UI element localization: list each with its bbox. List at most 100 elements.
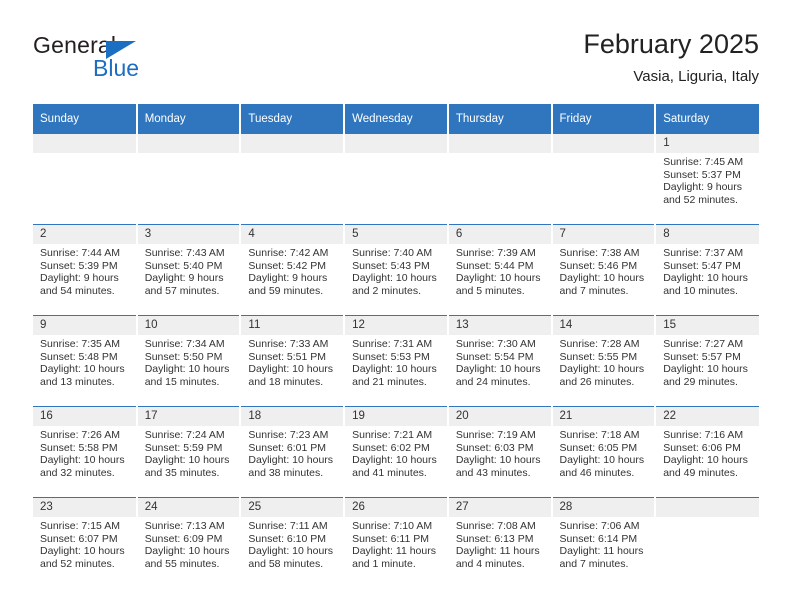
calendar-day-cell[interactable]: 16 Sunrise: 7:26 AM Sunset: 5:58 PM Dayligh… <box>33 406 138 498</box>
sunset-text: Sunset: 5:55 PM <box>559 350 638 363</box>
day-details: Sunrise: 7:30 AM Sunset: 5:54 PM Daylight:… <box>449 335 551 406</box>
day-details: Sunrise: 7:37 AM Sunset: 5:47 PM Daylight:… <box>656 244 759 315</box>
day-number: 20 <box>448 407 551 426</box>
daylight-text-line2: and 49 minutes. <box>663 466 738 479</box>
daylight-text-line2: and 21 minutes. <box>352 375 427 388</box>
daylight-text-line2: and 59 minutes. <box>248 284 324 297</box>
calendar-day-cell[interactable]: 15 Sunrise: 7:27 AM Sunset: 5:57 PM Dayligh… <box>655 315 759 407</box>
daylight-text-line1: Daylight: 9 hours <box>40 272 119 285</box>
daylight-text-line2: and 26 minutes. <box>559 375 635 388</box>
day-number: 26 <box>345 498 447 517</box>
day-number: 3 <box>137 225 240 244</box>
sunrise-text: Sunrise: 7:30 AM <box>455 338 536 350</box>
daylight-text-line1: Daylight: 10 hours <box>455 363 541 376</box>
calendar-day-cell[interactable]: 26 Sunrise: 7:10 AM Sunset: 6:11 PM Dayligh… <box>344 497 449 588</box>
calendar-day-cell[interactable]: 17 Sunrise: 7:24 AM Sunset: 5:59 PM Dayligh… <box>136 406 242 498</box>
daylight-text-line1: Daylight: 9 hours <box>144 272 224 285</box>
calendar-day-cell[interactable]: 21 Sunrise: 7:18 AM Sunset: 6:05 PM Dayligh… <box>551 406 657 498</box>
sunset-text: Sunset: 5:47 PM <box>663 259 741 272</box>
sunrise-text: Sunrise: 7:21 AM <box>352 429 433 441</box>
calendar-day-cell[interactable]: 9 Sunrise: 7:35 AM Sunset: 5:48 PM Daylight… <box>33 315 138 407</box>
calendar-day-cell[interactable]: 23 Sunrise: 7:15 AM Sunset: 6:07 PM Dayligh… <box>33 497 138 588</box>
calendar-day-cell[interactable]: 14 Sunrise: 7:28 AM Sunset: 5:55 PM Dayligh… <box>551 315 657 407</box>
calendar-day-cell[interactable]: 20 Sunrise: 7:19 AM Sunset: 6:03 PM Dayligh… <box>447 406 553 498</box>
calendar-day-cell[interactable]: 12 Sunrise: 7:31 AM Sunset: 5:53 PM Dayligh… <box>344 315 449 407</box>
day-details: Sunrise: 7:28 AM Sunset: 5:55 PM Daylight:… <box>553 335 655 406</box>
calendar-week-row: 2 Sunrise: 7:44 AM Sunset: 5:39 PM Daylight… <box>33 224 759 316</box>
sunrise-text: Sunrise: 7:08 AM <box>455 520 536 532</box>
sunrise-text: Sunrise: 7:37 AM <box>663 247 744 259</box>
day-details: Sunrise: 7:23 AM Sunset: 6:01 PM Daylight:… <box>241 426 343 497</box>
sunset-text: Sunset: 6:02 PM <box>352 441 430 454</box>
calendar-day-cell[interactable]: 11 Sunrise: 7:33 AM Sunset: 5:51 PM Dayligh… <box>240 315 346 407</box>
daylight-text-line1: Daylight: 10 hours <box>352 363 437 376</box>
sunrise-text: Sunrise: 7:18 AM <box>559 429 640 441</box>
day-details: Sunrise: 7:24 AM Sunset: 5:59 PM Daylight:… <box>138 426 240 497</box>
day-number: 13 <box>448 316 551 335</box>
day-details <box>241 153 343 224</box>
calendar-day-cell[interactable]: 25 Sunrise: 7:11 AM Sunset: 6:10 PM Dayligh… <box>240 497 346 588</box>
daylight-text-line2: and 10 minutes. <box>663 284 738 297</box>
calendar-cell-empty <box>551 134 657 225</box>
calendar-day-cell[interactable]: 22 Sunrise: 7:16 AM Sunset: 6:06 PM Dayligh… <box>655 406 759 498</box>
calendar-page: General Blue February 2025 Vasia, Liguri… <box>0 0 792 612</box>
calendar-day-cell[interactable]: 10 Sunrise: 7:34 AM Sunset: 5:50 PM Dayligh… <box>136 315 242 407</box>
calendar-day-cell[interactable]: 7 Sunrise: 7:38 AM Sunset: 5:46 PM Daylight… <box>551 224 657 316</box>
sunrise-text: Sunrise: 7:13 AM <box>144 520 225 532</box>
calendar-day-cell[interactable]: 24 Sunrise: 7:13 AM Sunset: 6:09 PM Dayligh… <box>136 497 242 588</box>
sunrise-text: Sunrise: 7:28 AM <box>559 338 640 350</box>
weekday-header-row: Sunday Monday Tuesday Wednesday Thursday… <box>33 104 759 134</box>
sunset-text: Sunset: 5:42 PM <box>248 259 327 272</box>
daylight-text-line1: Daylight: 10 hours <box>248 363 334 376</box>
sunset-text: Sunset: 5:54 PM <box>455 350 534 363</box>
calendar-day-cell[interactable]: 8 Sunrise: 7:37 AM Sunset: 5:47 PM Daylight… <box>655 224 759 316</box>
day-number: 14 <box>552 316 655 335</box>
day-number: 11 <box>241 316 344 335</box>
calendar-day-cell[interactable]: 6 Sunrise: 7:39 AM Sunset: 5:44 PM Daylight… <box>447 224 553 316</box>
day-details: Sunrise: 7:18 AM Sunset: 6:05 PM Daylight:… <box>553 426 655 497</box>
daylight-text-line1: Daylight: 10 hours <box>144 545 230 558</box>
sunrise-text: Sunrise: 7:16 AM <box>663 429 744 441</box>
daylight-text-line2: and 7 minutes. <box>559 284 629 297</box>
day-details: Sunrise: 7:33 AM Sunset: 5:51 PM Daylight:… <box>241 335 343 406</box>
day-number: 6 <box>448 225 551 244</box>
weekday-header-tuesday: Tuesday <box>240 104 346 134</box>
calendar-day-cell[interactable]: 27 Sunrise: 7:08 AM Sunset: 6:13 PM Dayligh… <box>447 497 553 588</box>
sunrise-text: Sunrise: 7:42 AM <box>248 247 329 259</box>
calendar-day-cell[interactable]: 4 Sunrise: 7:42 AM Sunset: 5:42 PM Daylight… <box>240 224 346 316</box>
daylight-text-line2: and 52 minutes. <box>663 193 738 206</box>
day-number <box>345 134 447 153</box>
sunset-text: Sunset: 5:53 PM <box>352 350 430 363</box>
sunset-text: Sunset: 5:43 PM <box>352 259 430 272</box>
calendar-cell-empty <box>447 134 553 225</box>
day-number: 7 <box>552 225 655 244</box>
calendar-day-cell[interactable]: 1 Sunrise: 7:45 AM Sunset: 5:37 PM Daylight… <box>655 134 759 225</box>
calendar-day-cell[interactable]: 19 Sunrise: 7:21 AM Sunset: 6:02 PM Dayligh… <box>344 406 449 498</box>
brand-logo[interactable]: General Blue <box>33 32 273 88</box>
calendar-day-cell[interactable]: 18 Sunrise: 7:23 AM Sunset: 6:01 PM Dayligh… <box>240 406 346 498</box>
day-details: Sunrise: 7:31 AM Sunset: 5:53 PM Daylight:… <box>345 335 447 406</box>
day-number: 16 <box>33 407 136 426</box>
sunrise-text: Sunrise: 7:19 AM <box>455 429 536 441</box>
day-number: 23 <box>33 498 136 517</box>
daylight-text-line1: Daylight: 10 hours <box>663 272 748 285</box>
day-details: Sunrise: 7:13 AM Sunset: 6:09 PM Daylight:… <box>138 517 240 588</box>
daylight-text-line1: Daylight: 10 hours <box>144 363 230 376</box>
day-number: 8 <box>656 225 759 244</box>
calendar-day-cell[interactable]: 28 Sunrise: 7:06 AM Sunset: 6:14 PM Dayligh… <box>551 497 657 588</box>
sunset-text: Sunset: 6:14 PM <box>559 532 638 545</box>
sunset-text: Sunset: 6:06 PM <box>663 441 741 454</box>
day-number <box>33 134 136 153</box>
day-number: 22 <box>656 407 759 426</box>
sunset-text: Sunset: 5:48 PM <box>40 350 118 363</box>
calendar-day-cell[interactable]: 13 Sunrise: 7:30 AM Sunset: 5:54 PM Dayligh… <box>447 315 553 407</box>
calendar-day-cell[interactable]: 5 Sunrise: 7:40 AM Sunset: 5:43 PM Daylight… <box>344 224 449 316</box>
calendar-day-cell[interactable]: 3 Sunrise: 7:43 AM Sunset: 5:40 PM Daylight… <box>136 224 242 316</box>
day-number <box>241 134 344 153</box>
calendar-cell-empty <box>655 497 759 588</box>
daylight-text-line1: Daylight: 10 hours <box>559 363 645 376</box>
calendar-day-cell[interactable]: 2 Sunrise: 7:44 AM Sunset: 5:39 PM Daylight… <box>33 224 138 316</box>
day-number: 5 <box>345 225 447 244</box>
sunset-text: Sunset: 5:37 PM <box>663 168 741 181</box>
sunrise-text: Sunrise: 7:23 AM <box>248 429 329 441</box>
